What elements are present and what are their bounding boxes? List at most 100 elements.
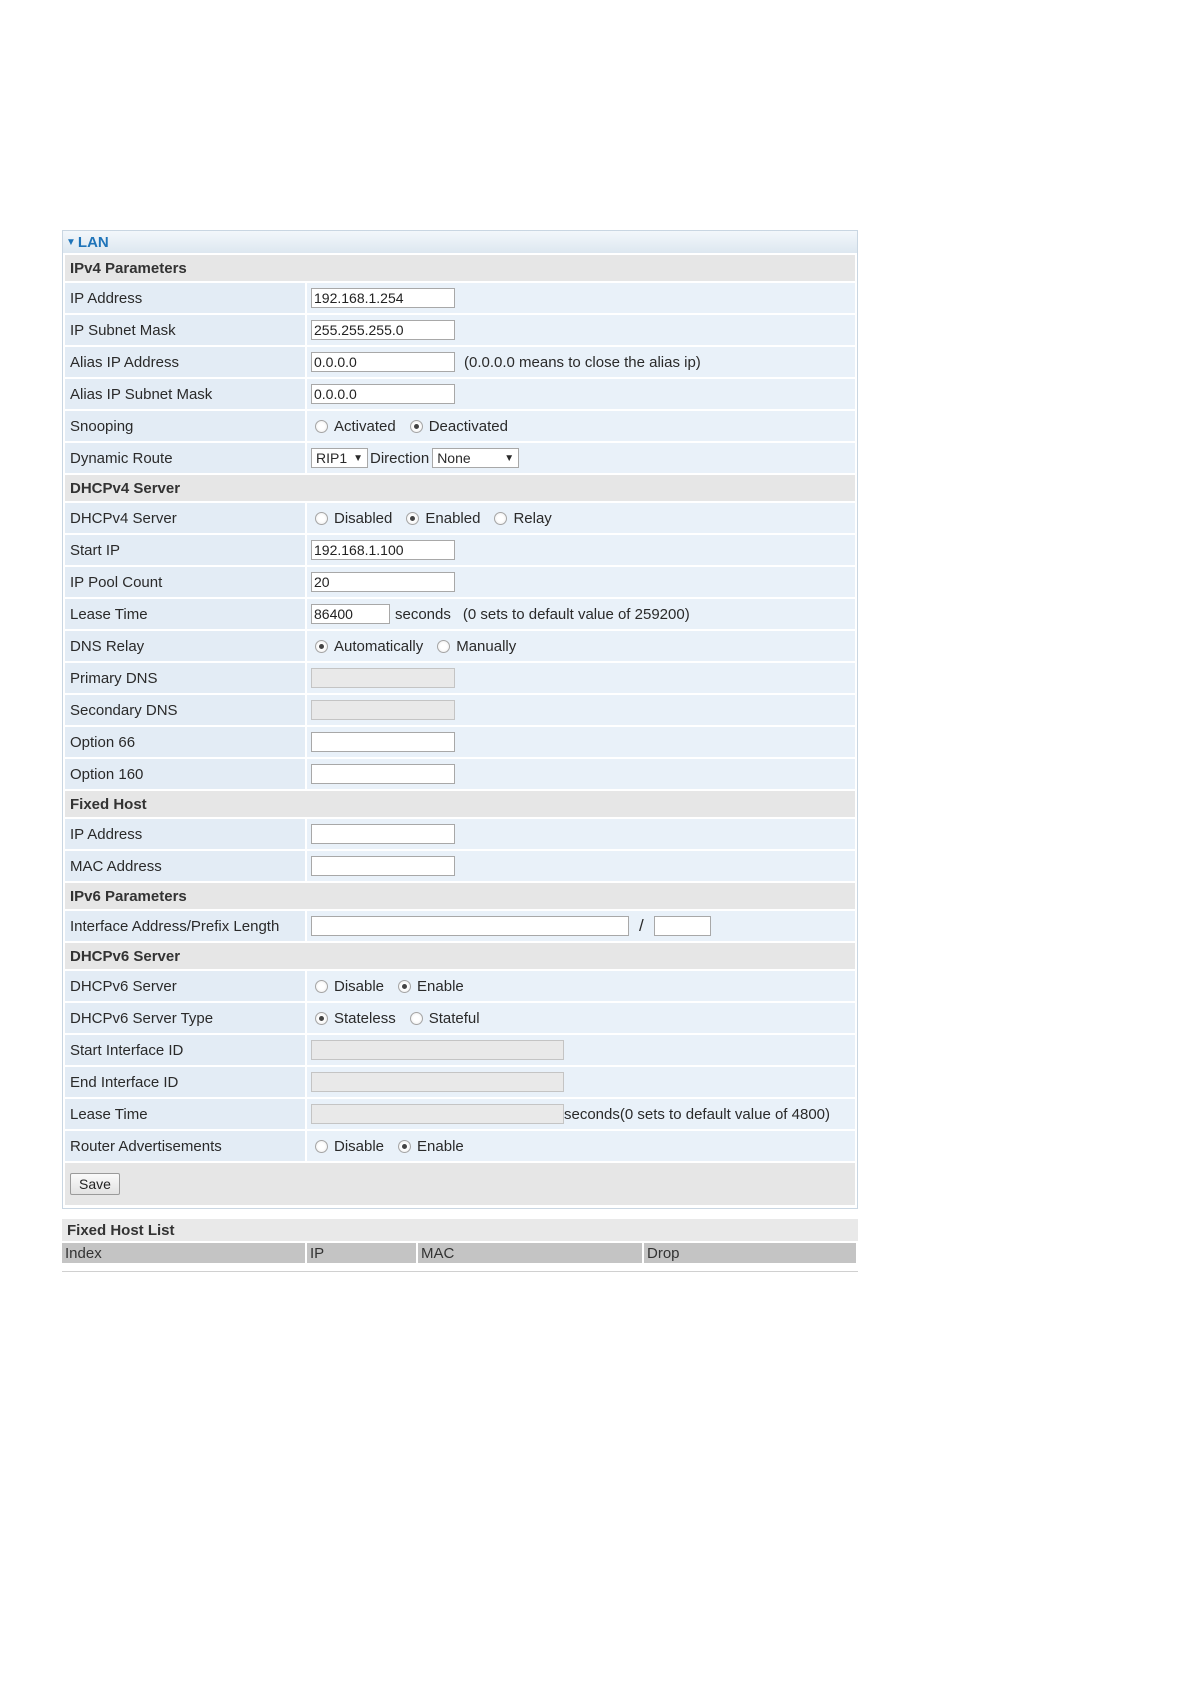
router-adv-disable-radio[interactable]: Disable (311, 1138, 384, 1155)
router-adv-enable-label: Enable (417, 1137, 464, 1155)
radio-on-icon[interactable] (409, 419, 423, 433)
alias-ip-note: (0.0.0.0 means to close the alias ip) (464, 353, 701, 371)
start-ip-label: Start IP (65, 535, 305, 565)
ipv6-prefix-input[interactable] (653, 916, 711, 936)
dhcpv4-disabled-label: Disabled (334, 509, 393, 527)
lease-time-v6-note: seconds(0 sets to default value of 4800) (564, 1105, 831, 1123)
radio-on-icon[interactable] (315, 1011, 328, 1025)
row-dhcpv4-server: DHCPv4 Server Disabled Enabled Relay (65, 503, 855, 533)
alias-mask-label: Alias IP Subnet Mask (65, 379, 305, 409)
rip-select[interactable]: RIP1 ▼ (311, 448, 368, 468)
option66-label: Option 66 (65, 727, 305, 757)
alias-ip-input[interactable] (311, 352, 455, 372)
actions-bar: Save (65, 1163, 855, 1205)
dhcpv6-disable-label: Disable (334, 977, 385, 995)
lan-panel-body: IPv4 Parameters IP Address IP Subnet Mas… (62, 253, 858, 1209)
radio-on-icon[interactable] (315, 639, 328, 653)
radio-on-icon[interactable] (398, 979, 412, 993)
secondary-dns-input (311, 700, 455, 720)
radio-off-icon[interactable] (315, 511, 328, 525)
row-start-ip: Start IP (65, 535, 855, 565)
router-adv-disable-label: Disable (334, 1137, 385, 1155)
radio-off-icon[interactable] (409, 1011, 423, 1025)
start-ip-input[interactable] (311, 540, 455, 560)
chevron-down-icon: ▼ (504, 452, 515, 464)
lan-panel: ▼ LAN IPv4 Parameters IP Address IP Subn… (62, 230, 858, 1209)
dns-auto-radio[interactable]: Automatically (311, 638, 423, 655)
dhcpv4-enabled-radio[interactable]: Enabled (402, 510, 480, 527)
option160-input[interactable] (311, 764, 455, 784)
pool-count-input[interactable] (311, 572, 455, 592)
dhcpv4-relay-label: Relay (513, 509, 552, 527)
alias-mask-input[interactable] (311, 384, 455, 404)
router-adv-enable-radio[interactable]: Enable (394, 1138, 464, 1155)
section-ipv4: IPv4 Parameters (65, 255, 855, 281)
radio-off-icon[interactable] (315, 1139, 328, 1153)
radio-on-icon[interactable] (398, 1139, 412, 1153)
row-pool-count: IP Pool Count (65, 567, 855, 597)
dhcpv4-disabled-radio[interactable]: Disabled (311, 510, 392, 527)
radio-off-icon[interactable] (437, 639, 451, 653)
save-button[interactable]: Save (70, 1173, 120, 1195)
lease-time-v4-note: (0 sets to default value of 259200) (462, 605, 690, 623)
fixed-host-mac-label: MAC Address (65, 851, 305, 881)
lan-panel-header[interactable]: ▼ LAN (62, 230, 858, 253)
radio-off-icon[interactable] (315, 419, 328, 433)
ip-address-input[interactable] (311, 288, 455, 308)
dhcpv6-stateful-radio[interactable]: Stateful (406, 1010, 480, 1027)
subnet-mask-input[interactable] (311, 320, 455, 340)
lease-time-v4-input[interactable] (311, 604, 390, 624)
secondary-dns-label: Secondary DNS (65, 695, 305, 725)
radio-off-icon[interactable] (494, 511, 508, 525)
snooping-activated-radio[interactable]: Activated (311, 418, 396, 435)
radio-on-icon[interactable] (406, 511, 420, 525)
row-subnet-mask: IP Subnet Mask (65, 315, 855, 345)
primary-dns-label: Primary DNS (65, 663, 305, 693)
start-iface-id-label: Start Interface ID (65, 1035, 305, 1065)
option66-input[interactable] (311, 732, 455, 752)
row-ipv6-iface: Interface Address/Prefix Length / (65, 911, 855, 941)
fixed-host-mac-input[interactable] (311, 856, 455, 876)
row-alias-ip: Alias IP Address (0.0.0.0 means to close… (65, 347, 855, 377)
pool-count-label: IP Pool Count (65, 567, 305, 597)
section-dhcpv6: DHCPv6 Server (65, 943, 855, 969)
dhcpv6-enable-label: Enable (417, 977, 464, 995)
direction-select[interactable]: None ▼ (432, 448, 520, 468)
lease-time-v6-input (311, 1104, 564, 1124)
radio-off-icon[interactable] (315, 979, 328, 993)
row-fixed-host-ip: IP Address (65, 819, 855, 849)
dhcpv4-relay-radio[interactable]: Relay (490, 509, 552, 527)
row-alias-mask: Alias IP Subnet Mask (65, 379, 855, 409)
dns-manual-label: Manually (456, 637, 517, 655)
dhcpv6-stateless-radio[interactable]: Stateless (311, 1010, 396, 1027)
rip-select-value: RIP1 (316, 450, 348, 466)
fixed-host-list-header: Index IP MAC Drop (62, 1243, 858, 1263)
row-snooping: Snooping Activated Deactivated (65, 411, 855, 441)
row-dhcpv6-type: DHCPv6 Server Type Stateless Stateful (65, 1003, 855, 1033)
column-header-drop: Drop (644, 1243, 856, 1263)
dns-auto-label: Automatically (334, 637, 424, 655)
dhcpv6-type-label: DHCPv6 Server Type (65, 1003, 305, 1033)
lease-time-v6-label: Lease Time (65, 1099, 305, 1129)
dhcpv6-enable-radio[interactable]: Enable (394, 978, 464, 995)
start-iface-id-input (311, 1040, 564, 1060)
column-header-mac: MAC (418, 1243, 642, 1263)
lease-time-v4-label: Lease Time (65, 599, 305, 629)
column-header-index: Index (62, 1243, 305, 1263)
lease-time-v4-unit: seconds (395, 605, 451, 623)
row-start-iface-id: Start Interface ID (65, 1035, 855, 1065)
ipv6-address-input[interactable] (311, 916, 629, 936)
router-adv-label: Router Advertisements (65, 1131, 305, 1161)
row-secondary-dns: Secondary DNS (65, 695, 855, 725)
section-fixed-host: Fixed Host (65, 791, 855, 817)
row-end-iface-id: End Interface ID (65, 1067, 855, 1097)
row-option160: Option 160 (65, 759, 855, 789)
collapse-triangle-icon[interactable]: ▼ (66, 237, 76, 248)
snooping-label: Snooping (65, 411, 305, 441)
dhcpv6-server-label: DHCPv6 Server (65, 971, 305, 1001)
dhcpv6-disable-radio[interactable]: Disable (311, 978, 384, 995)
snooping-deactivated-radio[interactable]: Deactivated (406, 418, 508, 435)
fixed-host-ip-input[interactable] (311, 824, 455, 844)
dns-manual-radio[interactable]: Manually (433, 638, 516, 655)
section-dhcpv4: DHCPv4 Server (65, 475, 855, 501)
